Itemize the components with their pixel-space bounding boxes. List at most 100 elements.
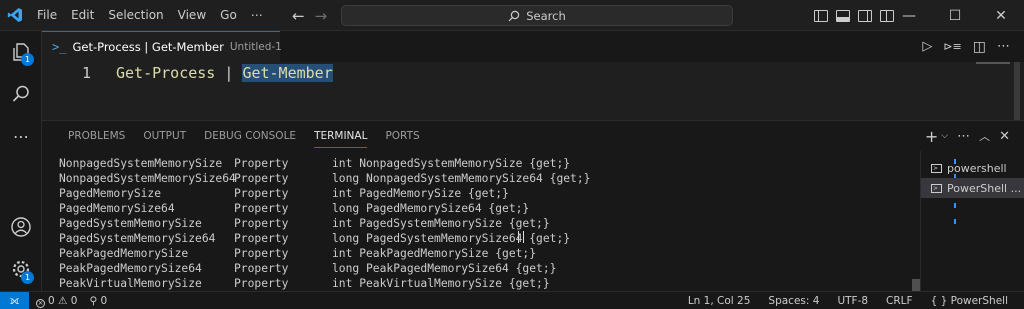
member-name: PagedSystemMemorySize64	[59, 232, 216, 245]
maximize-button[interactable]: ☐	[932, 0, 978, 31]
toggle-panel-icon[interactable]	[836, 9, 850, 22]
tab-ports[interactable]: PORTS	[376, 121, 428, 151]
menu-more[interactable]: ⋯	[244, 0, 270, 31]
ports-count: 0	[100, 295, 108, 307]
terminal-icon: >	[931, 163, 942, 173]
member-name: PagedSystemMemorySize	[59, 217, 202, 230]
more-views-icon[interactable]: ⋯	[0, 127, 42, 146]
menu-edit[interactable]: Edit	[64, 0, 101, 31]
tab-output[interactable]: OUTPUT	[134, 121, 195, 151]
member-definition: int PagedSystemMemorySize {get;}	[332, 217, 550, 230]
member-name: PeakPagedMemorySize64	[59, 262, 202, 275]
member-definition: int PeakVirtualMemorySize {get;}	[332, 277, 550, 290]
line-number: 1	[82, 64, 92, 82]
line-endings[interactable]: CRLF	[886, 295, 913, 307]
warning-count: 0	[70, 294, 78, 307]
menu-file[interactable]: File	[30, 0, 64, 31]
terminal-item-powershell-ext[interactable]: > PowerShell ...	[921, 178, 1024, 198]
maximize-panel-icon[interactable]: ︿	[979, 128, 990, 144]
code-line[interactable]: Get-Process | Get-Member	[116, 64, 333, 82]
cursor-position[interactable]: Ln 1, Col 25	[688, 295, 751, 307]
member-definition: int NonpagedSystemMemorySize {get;}	[332, 157, 571, 170]
manage-button[interactable]: 1	[0, 258, 42, 284]
member-name: PeakPagedMemorySize	[59, 247, 189, 260]
editor-scrollbar[interactable]	[1014, 62, 1020, 120]
member-definition: long PagedSystemMemorySize64 {get;}	[332, 232, 571, 245]
run-icon[interactable]: ▷	[922, 39, 932, 54]
minimize-button[interactable]: —	[886, 0, 932, 31]
editor-actions: ▷ ⊳≡ ◫ ⋯	[922, 31, 1010, 62]
menu-go[interactable]: Go	[213, 0, 244, 31]
member-name: PagedMemorySize64	[59, 202, 175, 215]
member-definition: int PagedMemorySize {get;}	[332, 187, 509, 200]
editor-tab[interactable]: >_ Get-Process | Get-Member Untitled-1	[42, 31, 282, 62]
ports-status[interactable]: ⚲ 0	[89, 295, 107, 307]
braces-icon: { }	[930, 295, 948, 307]
status-bar: ⟗ × 0 ⚠ 0 ⚲ 0 Ln 1, Col 25 Spaces: 4 UTF-…	[0, 291, 1024, 309]
terminal-item-powershell[interactable]: > powershell	[921, 158, 1024, 178]
minimap[interactable]	[976, 62, 1010, 64]
status-right: Ln 1, Col 25 Spaces: 4 UTF-8 CRLF { } Po…	[688, 292, 1008, 309]
member-definition: long PagedMemorySize64 {get;}	[332, 202, 530, 215]
tab-subtitle: Untitled-1	[229, 41, 282, 53]
forward-arrow-icon[interactable]: →	[315, 7, 328, 25]
activity-bar: 1 ⋯ 1	[0, 31, 42, 291]
toggle-primary-sidebar-icon[interactable]	[814, 9, 828, 22]
terminal-icon: >	[931, 183, 942, 193]
run-selection-icon[interactable]: ⊳≡	[943, 40, 961, 53]
account-icon	[11, 217, 31, 237]
toggle-secondary-sidebar-icon[interactable]	[858, 9, 872, 22]
error-icon: ×	[36, 298, 45, 308]
remote-indicator-icon[interactable]: ⟗	[0, 292, 29, 309]
terminal-output[interactable]: NonpagedSystemMemorySize Property int Nonp…	[42, 151, 921, 297]
explorer-button[interactable]: 1	[0, 41, 42, 66]
language-label: PowerShell	[950, 295, 1008, 307]
split-editor-icon[interactable]: ◫	[973, 39, 986, 55]
member-type: Property	[234, 232, 289, 245]
close-window-button[interactable]: ✕	[978, 0, 1024, 31]
search-icon	[508, 10, 520, 21]
menu-selection[interactable]: Selection	[101, 0, 170, 31]
status-left: × 0 ⚠ 0 ⚲ 0	[36, 292, 107, 309]
problems-status[interactable]: × 0 ⚠ 0	[36, 295, 77, 308]
member-name: PagedMemorySize	[59, 187, 162, 200]
code-token-selected: Get-Member	[242, 64, 333, 82]
editor-tab-bar: >_ Get-Process | Get-Member Untitled-1 ▷…	[42, 31, 1024, 62]
tab-terminal[interactable]: TERMINAL	[305, 121, 376, 151]
search-icon	[12, 85, 29, 102]
vscode-logo-icon	[0, 0, 30, 31]
member-type: Property	[234, 247, 289, 260]
member-definition: int PeakPagedMemorySize {get;}	[332, 247, 537, 260]
terminal-item-label: powershell	[947, 161, 1007, 175]
encoding[interactable]: UTF-8	[837, 295, 868, 307]
explorer-badge: 1	[21, 53, 34, 66]
member-type: Property	[234, 172, 289, 185]
language-mode[interactable]: { } PowerShell	[931, 295, 1008, 307]
editor[interactable]: 1 Get-Process | Get-Member	[42, 62, 1024, 120]
panel-tabs: PROBLEMS OUTPUT DEBUG CONSOLE TERMINAL P…	[59, 121, 429, 151]
accounts-button[interactable]	[0, 216, 42, 238]
navigation-arrows: ← →	[292, 0, 327, 31]
antenna-icon: ⚲	[89, 295, 98, 307]
tab-problems[interactable]: PROBLEMS	[59, 121, 134, 151]
tab-title: Get-Process | Get-Member	[72, 40, 224, 54]
search-view-button[interactable]	[0, 83, 42, 105]
chevron-down-icon[interactable]: ⌵	[941, 131, 948, 141]
menu-view[interactable]: View	[171, 0, 213, 31]
close-panel-icon[interactable]: ✕	[999, 129, 1010, 144]
manage-badge: 1	[21, 271, 34, 284]
new-terminal-icon[interactable]: +	[925, 127, 938, 146]
member-name: PeakVirtualMemorySize	[59, 277, 202, 290]
member-definition: long PeakPagedMemorySize64 {get;}	[332, 262, 557, 275]
back-arrow-icon[interactable]: ←	[292, 7, 305, 25]
indentation[interactable]: Spaces: 4	[768, 295, 819, 307]
command-center-search[interactable]: Search	[341, 5, 733, 26]
tab-debug-console[interactable]: DEBUG CONSOLE	[195, 121, 305, 151]
warning-icon: ⚠	[58, 294, 68, 307]
more-actions-icon[interactable]: ⋯	[997, 39, 1010, 54]
more-icon[interactable]: ⋯	[957, 129, 970, 144]
member-type: Property	[234, 157, 289, 170]
terminal-list: > powershell > PowerShell ...	[920, 151, 1024, 292]
powershell-file-icon: >_	[52, 40, 67, 54]
search-label: Search	[526, 8, 566, 23]
